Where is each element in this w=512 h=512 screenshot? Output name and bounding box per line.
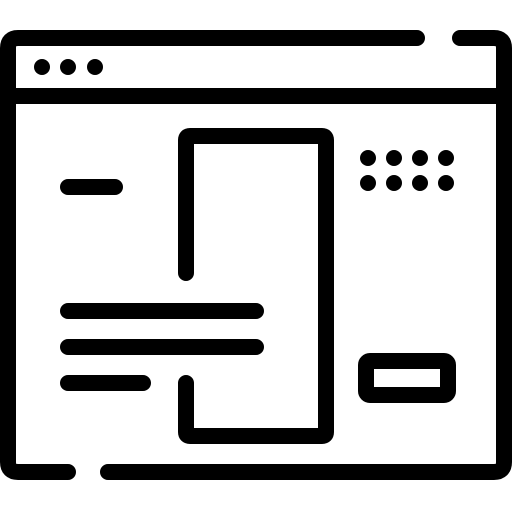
icon-canvas (0, 0, 512, 512)
content-panel-upper (178, 128, 334, 444)
window-controls (34, 59, 103, 75)
grid-dot (438, 150, 454, 166)
grid-dot (386, 150, 402, 166)
grid-dot (386, 175, 402, 191)
grid-dot (412, 150, 428, 166)
grid-dot (360, 150, 376, 166)
grid-dot (412, 175, 428, 191)
website-layout-icon (0, 30, 512, 480)
button-shape (358, 353, 456, 403)
window-dot-2 (60, 59, 76, 75)
grid-dot (438, 175, 454, 191)
dot-grid (360, 150, 454, 191)
window-dot-3 (87, 59, 103, 75)
grid-dot (360, 175, 376, 191)
window-dot-1 (34, 59, 50, 75)
